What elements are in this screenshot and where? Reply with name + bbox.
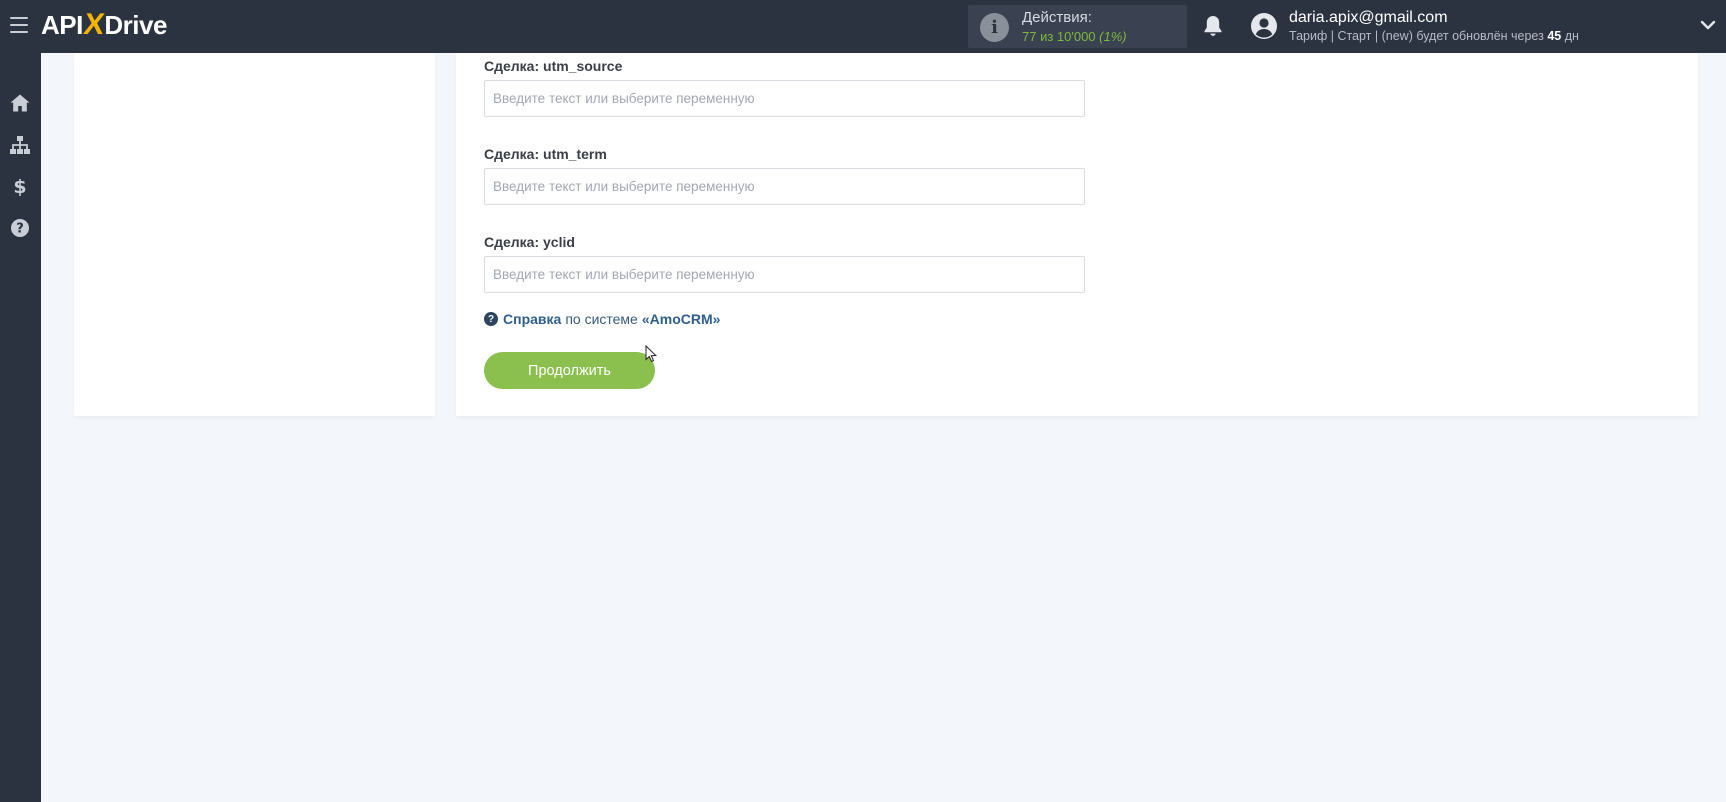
user-plan: Тариф | Старт | (new) будет обновлён чер… [1289, 29, 1579, 43]
apix-drive-logo[interactable]: API X Drive [41, 8, 167, 41]
actions-count: 77 из 10'000 (1%) [1022, 29, 1127, 44]
sidebar: $ ? [0, 53, 41, 802]
user-email[interactable]: daria.apix@gmail.com [1289, 9, 1448, 27]
actions-title: Действия: [1022, 9, 1092, 26]
help-line: ? Справка по системе «AmoCRM» [484, 311, 720, 327]
actions-counter[interactable]: i Действия: 77 из 10'000 (1%) [968, 5, 1187, 48]
question-circle-icon: ? [484, 312, 498, 326]
svg-text:?: ? [16, 222, 24, 237]
bell-icon[interactable] [1202, 14, 1224, 38]
help-system-link[interactable]: «AmoCRM» [642, 311, 721, 327]
field-label-utm-source: Сделка: utm_source [484, 58, 623, 74]
utm-source-input[interactable] [484, 80, 1085, 117]
info-icon: i [980, 13, 1009, 42]
home-icon[interactable] [8, 91, 32, 115]
top-bar: API X Drive i Действия: 77 из 10'000 (1%) … [0, 0, 1726, 53]
help-icon[interactable]: ? [8, 216, 32, 240]
yclid-input[interactable] [484, 256, 1085, 293]
field-label-utm-term: Сделка: utm_term [484, 146, 607, 162]
help-text: по системе [565, 311, 638, 327]
dollar-icon[interactable]: $ [8, 174, 32, 198]
field-label-yclid: Сделка: yclid [484, 234, 575, 250]
left-panel [74, 53, 435, 416]
mouse-cursor-icon [645, 345, 657, 363]
chevron-down-icon[interactable] [1700, 18, 1716, 32]
continue-button[interactable]: Продолжить [484, 352, 655, 389]
sitemap-icon[interactable] [8, 133, 32, 157]
user-avatar-icon[interactable] [1250, 12, 1278, 40]
utm-term-input[interactable] [484, 168, 1085, 205]
help-link[interactable]: Справка [503, 311, 561, 327]
svg-text:$: $ [13, 176, 26, 197]
menu-icon[interactable] [10, 17, 28, 33]
